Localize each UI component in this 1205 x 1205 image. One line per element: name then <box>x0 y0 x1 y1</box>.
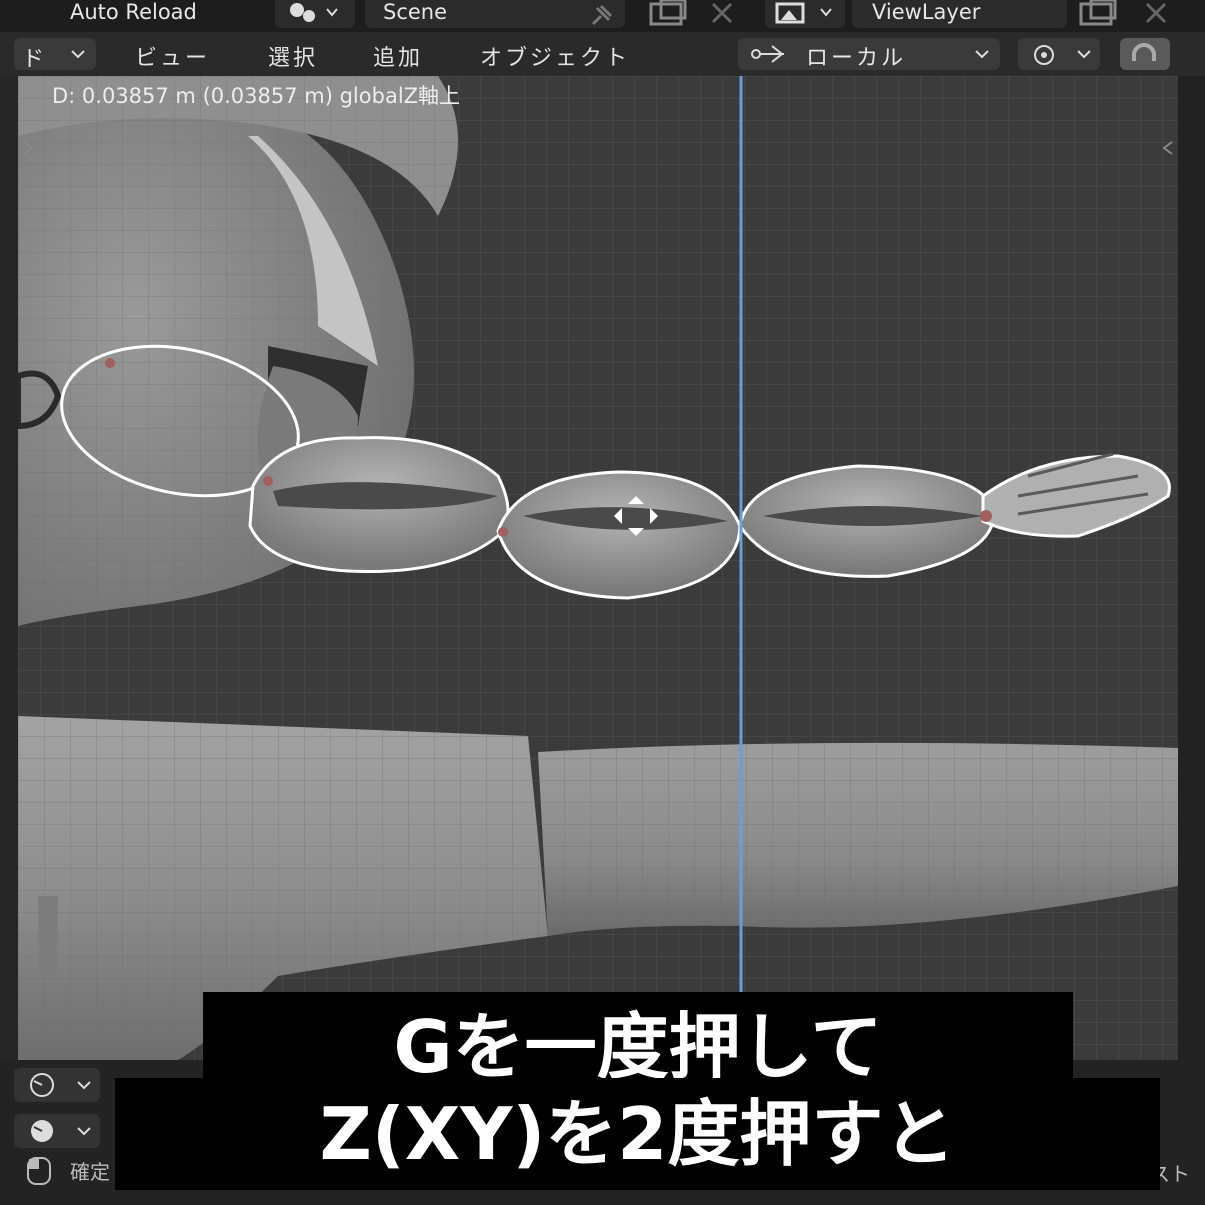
snap-toggle-button[interactable] <box>1120 38 1170 70</box>
pin-icon <box>591 4 613 26</box>
scene-icon <box>290 3 338 22</box>
new-view-layer-icon[interactable] <box>1075 0 1195 28</box>
viewport-header: ド ビュー 選択 追加 オブジェクト ローカル <box>0 32 1205 76</box>
clock-icon <box>30 1073 91 1097</box>
menu-object[interactable]: オブジェクト <box>480 40 630 72</box>
caption-line-2: Z(XY)を2度押すと <box>115 1078 1160 1190</box>
keyframe-icon <box>31 1120 91 1142</box>
playback-dropdown[interactable] <box>14 1068 100 1102</box>
chevron-down-icon <box>975 50 989 59</box>
transform-orientation-dropdown[interactable]: ローカル <box>738 38 1000 71</box>
viewport-scene <box>18 76 1178 1060</box>
orientation-icon <box>751 45 784 63</box>
scene-selector-button[interactable] <box>275 0 355 28</box>
new-scene-icon[interactable] <box>645 0 745 28</box>
pivot-icon <box>1034 45 1091 65</box>
mode-label: ド <box>22 47 45 72</box>
view-layer-icon <box>775 2 832 24</box>
view-layer-name-field[interactable]: ViewLayer <box>852 0 1067 28</box>
transform-status-text: D: 0.03857 m (0.03857 m) globalZ軸上 <box>52 84 461 108</box>
right-editor-strip <box>1178 76 1205 1205</box>
3d-viewport[interactable] <box>18 76 1178 1060</box>
top-header-bar: Auto Reload Scene ViewLayer <box>0 0 1205 32</box>
scene-name: Scene <box>383 0 448 24</box>
view-layer-selector-button[interactable] <box>765 0 845 28</box>
auto-reload-label[interactable]: Auto Reload <box>70 0 197 24</box>
mouse-left-icon <box>27 1157 51 1185</box>
menu-view[interactable]: ビュー <box>135 40 210 72</box>
left-editor-strip <box>0 76 18 1060</box>
scene-name-field[interactable]: Scene <box>365 0 625 28</box>
orientation-label: ローカル <box>806 46 907 71</box>
menu-select[interactable]: 選択 <box>268 40 318 72</box>
pivot-point-dropdown[interactable] <box>1018 38 1100 70</box>
magnet-icon <box>1132 43 1156 61</box>
confirm-hint: 確定 <box>70 1160 110 1184</box>
keying-dropdown[interactable] <box>14 1114 100 1148</box>
mode-dropdown[interactable]: ド <box>14 38 96 72</box>
chevron-down-icon <box>71 50 85 59</box>
menu-add[interactable]: 追加 <box>373 40 423 72</box>
view-layer-name: ViewLayer <box>872 0 981 24</box>
